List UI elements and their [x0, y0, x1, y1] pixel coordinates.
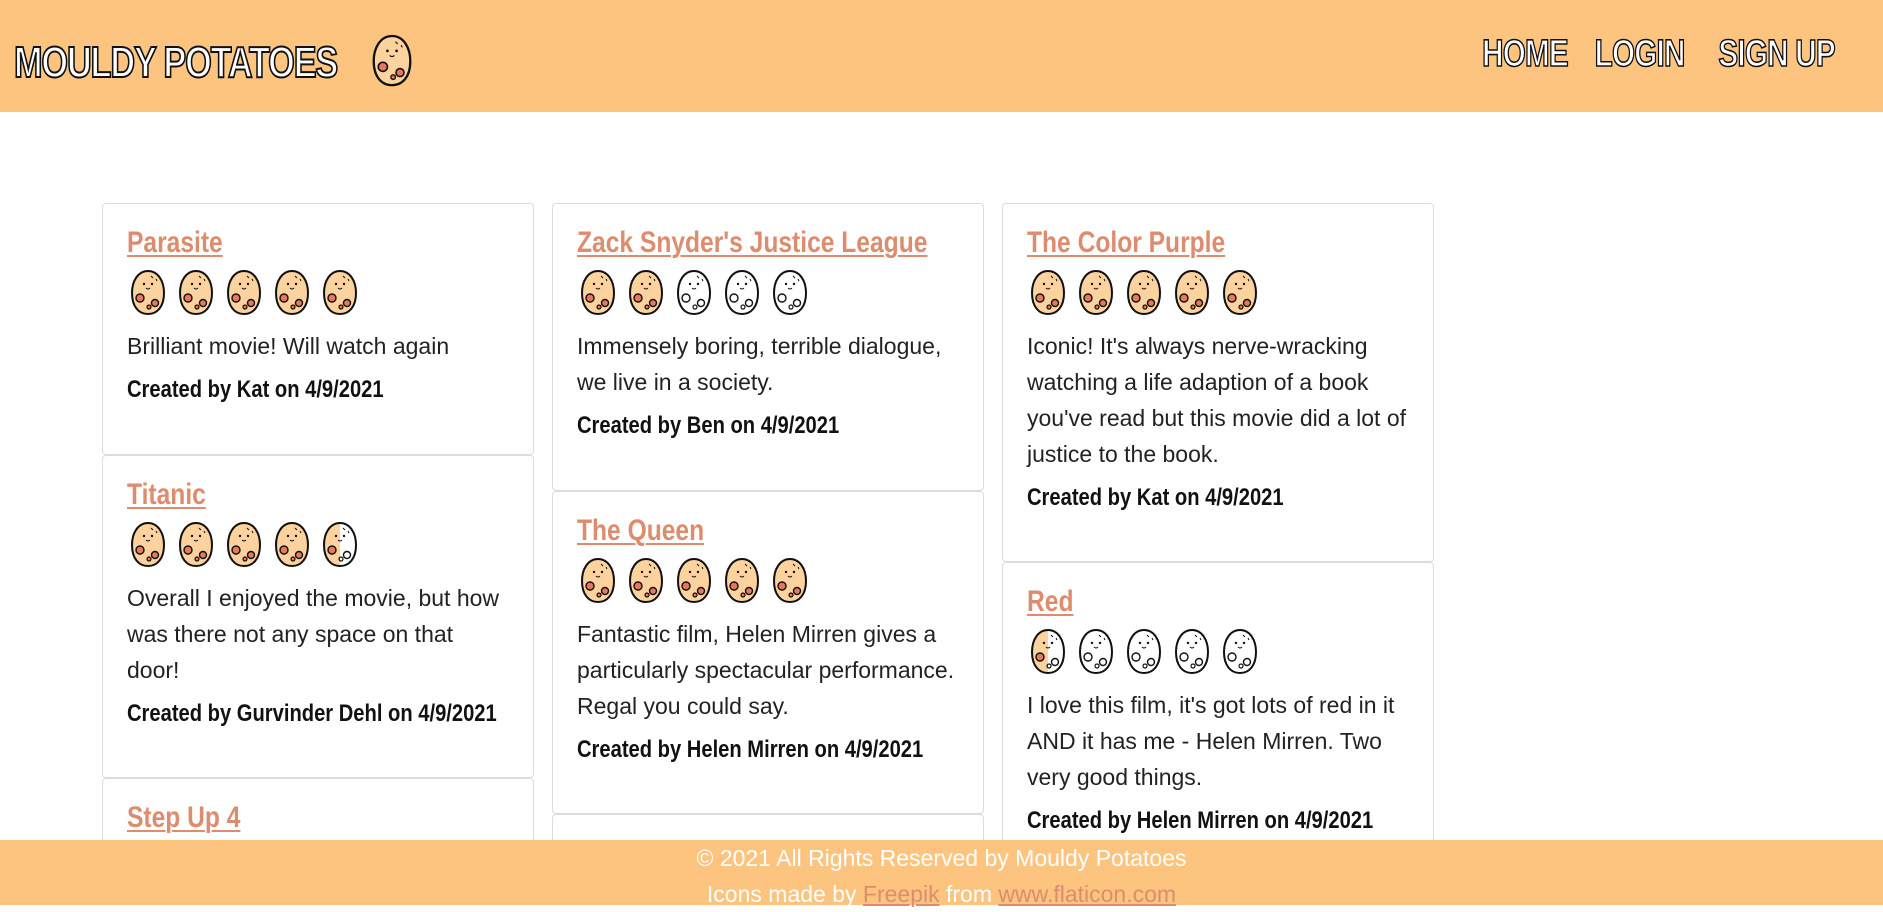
potato-rating-icon [1222, 628, 1258, 675]
movie-title-link[interactable]: The Color Purple [1027, 226, 1225, 260]
review-card: Titanic Overall I enjoyed the movie, but… [102, 455, 534, 778]
review-column: Parasite Brilliant movie! Will watch aga… [102, 203, 534, 840]
main-nav: HOME LOGIN SIGN UP [1470, 32, 1851, 76]
potato-rating-icon [1126, 628, 1162, 675]
potato-rating [1027, 625, 1409, 677]
icon-credit: Icons made by Freepik from www.flaticon.… [0, 876, 1883, 912]
potato-rating-icon [724, 557, 760, 604]
review-author: Created by Kat on 4/9/2021 [1027, 484, 1284, 511]
review-card: Step Up 4 [102, 778, 534, 840]
review-text: Overall I enjoyed the movie, but how was… [127, 585, 500, 683]
brand[interactable]: MOULDY POTATOES [13, 30, 416, 95]
nav-home-link[interactable]: HOME [1482, 32, 1570, 76]
potato-rating-icon [130, 521, 166, 568]
potato-rating [577, 266, 959, 318]
potato-rating-icon [274, 521, 310, 568]
potato-rating-icon [724, 269, 760, 316]
review-card: Parasite Brilliant movie! Will watch aga… [102, 203, 534, 455]
potato-rating-icon [130, 269, 166, 316]
review-text: I love this film, it's got lots of red i… [1027, 692, 1395, 790]
potato-rating-icon [772, 269, 808, 316]
site-footer: © 2021 All Rights Reserved by Mouldy Pot… [0, 840, 1883, 907]
movie-title-link[interactable]: Zack Snyder's Justice League [577, 226, 927, 260]
review-author: Created by Gurvinder Dehl on 4/9/2021 [127, 700, 497, 727]
potato-rating-icon [1174, 269, 1210, 316]
potato-rating-icon [178, 521, 214, 568]
nav-login-link[interactable]: LOGIN [1594, 32, 1686, 76]
potato-rating-icon [322, 521, 358, 568]
review-column: Zack Snyder's Justice League Immensely b… [552, 203, 984, 840]
potato-rating-icon [226, 521, 262, 568]
potato-rating-icon [1078, 628, 1114, 675]
potato-rating-icon [1126, 269, 1162, 316]
potato-rating-icon [274, 269, 310, 316]
review-card: The Color Purple Iconic! It's always ner… [1002, 203, 1434, 562]
potato-rating-icon [1030, 269, 1066, 316]
movie-title-link[interactable]: Step Up 4 [127, 801, 240, 835]
potato-rating-icon [1078, 269, 1114, 316]
potato-rating [1027, 266, 1409, 318]
review-author: Created by Ben on 4/9/2021 [577, 412, 840, 439]
review-feed: Parasite Brilliant movie! Will watch aga… [0, 112, 1883, 840]
review-text: Brilliant movie! Will watch again [127, 333, 450, 359]
movie-title-link[interactable]: Parasite [127, 226, 223, 260]
potato-rating-icon [580, 557, 616, 604]
review-author: Created by Helen Mirren on 4/9/2021 [577, 736, 924, 763]
review-author: Created by Kat on 4/9/2021 [127, 376, 384, 403]
potato-logo-icon [372, 34, 412, 87]
potato-rating-icon [628, 557, 664, 604]
review-card: Zack Snyder's Justice League Immensely b… [552, 203, 984, 491]
freepik-link[interactable]: Freepik [863, 881, 940, 907]
potato-rating-icon [322, 269, 358, 316]
flaticon-link[interactable]: www.flaticon.com [998, 881, 1176, 907]
review-card: Red I love this film, it's got lots of r… [1002, 562, 1434, 840]
potato-rating-icon [1222, 269, 1258, 316]
site-header: MOULDY POTATOES HOME LOGIN SIGN UP [0, 0, 1883, 112]
review-text: Immensely boring, terrible dialogue, we … [577, 333, 942, 395]
review-card: The Queen Fantastic film, Helen Mirren g… [552, 491, 984, 814]
potato-rating-icon [772, 557, 808, 604]
movie-title-link[interactable]: Red [1027, 585, 1073, 619]
review-text: Fantastic film, Helen Mirren gives a par… [577, 621, 955, 719]
credit-mid: from [946, 881, 992, 907]
potato-rating-icon [178, 269, 214, 316]
potato-rating [127, 266, 509, 318]
copyright-text: © 2021 All Rights Reserved by Mouldy Pot… [696, 845, 1187, 871]
potato-icon [368, 30, 416, 95]
potato-rating-icon [628, 269, 664, 316]
review-text: Iconic! It's always nerve-wracking watch… [1027, 333, 1406, 467]
potato-rating [127, 518, 509, 570]
potato-rating [577, 554, 959, 606]
credit-prefix: Icons made by [706, 881, 857, 907]
potato-rating-icon [1030, 628, 1066, 675]
potato-rating-icon [226, 269, 262, 316]
potato-rating-icon [676, 269, 712, 316]
brand-title: MOULDY POTATOES [13, 37, 339, 88]
movie-title-link[interactable]: Titanic [127, 478, 206, 512]
movie-title-link[interactable]: The Queen [577, 514, 704, 548]
potato-rating-icon [1174, 628, 1210, 675]
potato-rating-icon [676, 557, 712, 604]
potato-rating-icon [580, 269, 616, 316]
review-column: The Color Purple Iconic! It's always ner… [1002, 203, 1434, 840]
review-card [552, 814, 984, 840]
review-author: Created by Helen Mirren on 4/9/2021 [1027, 807, 1374, 834]
nav-signup-link[interactable]: SIGN UP [1718, 32, 1836, 76]
